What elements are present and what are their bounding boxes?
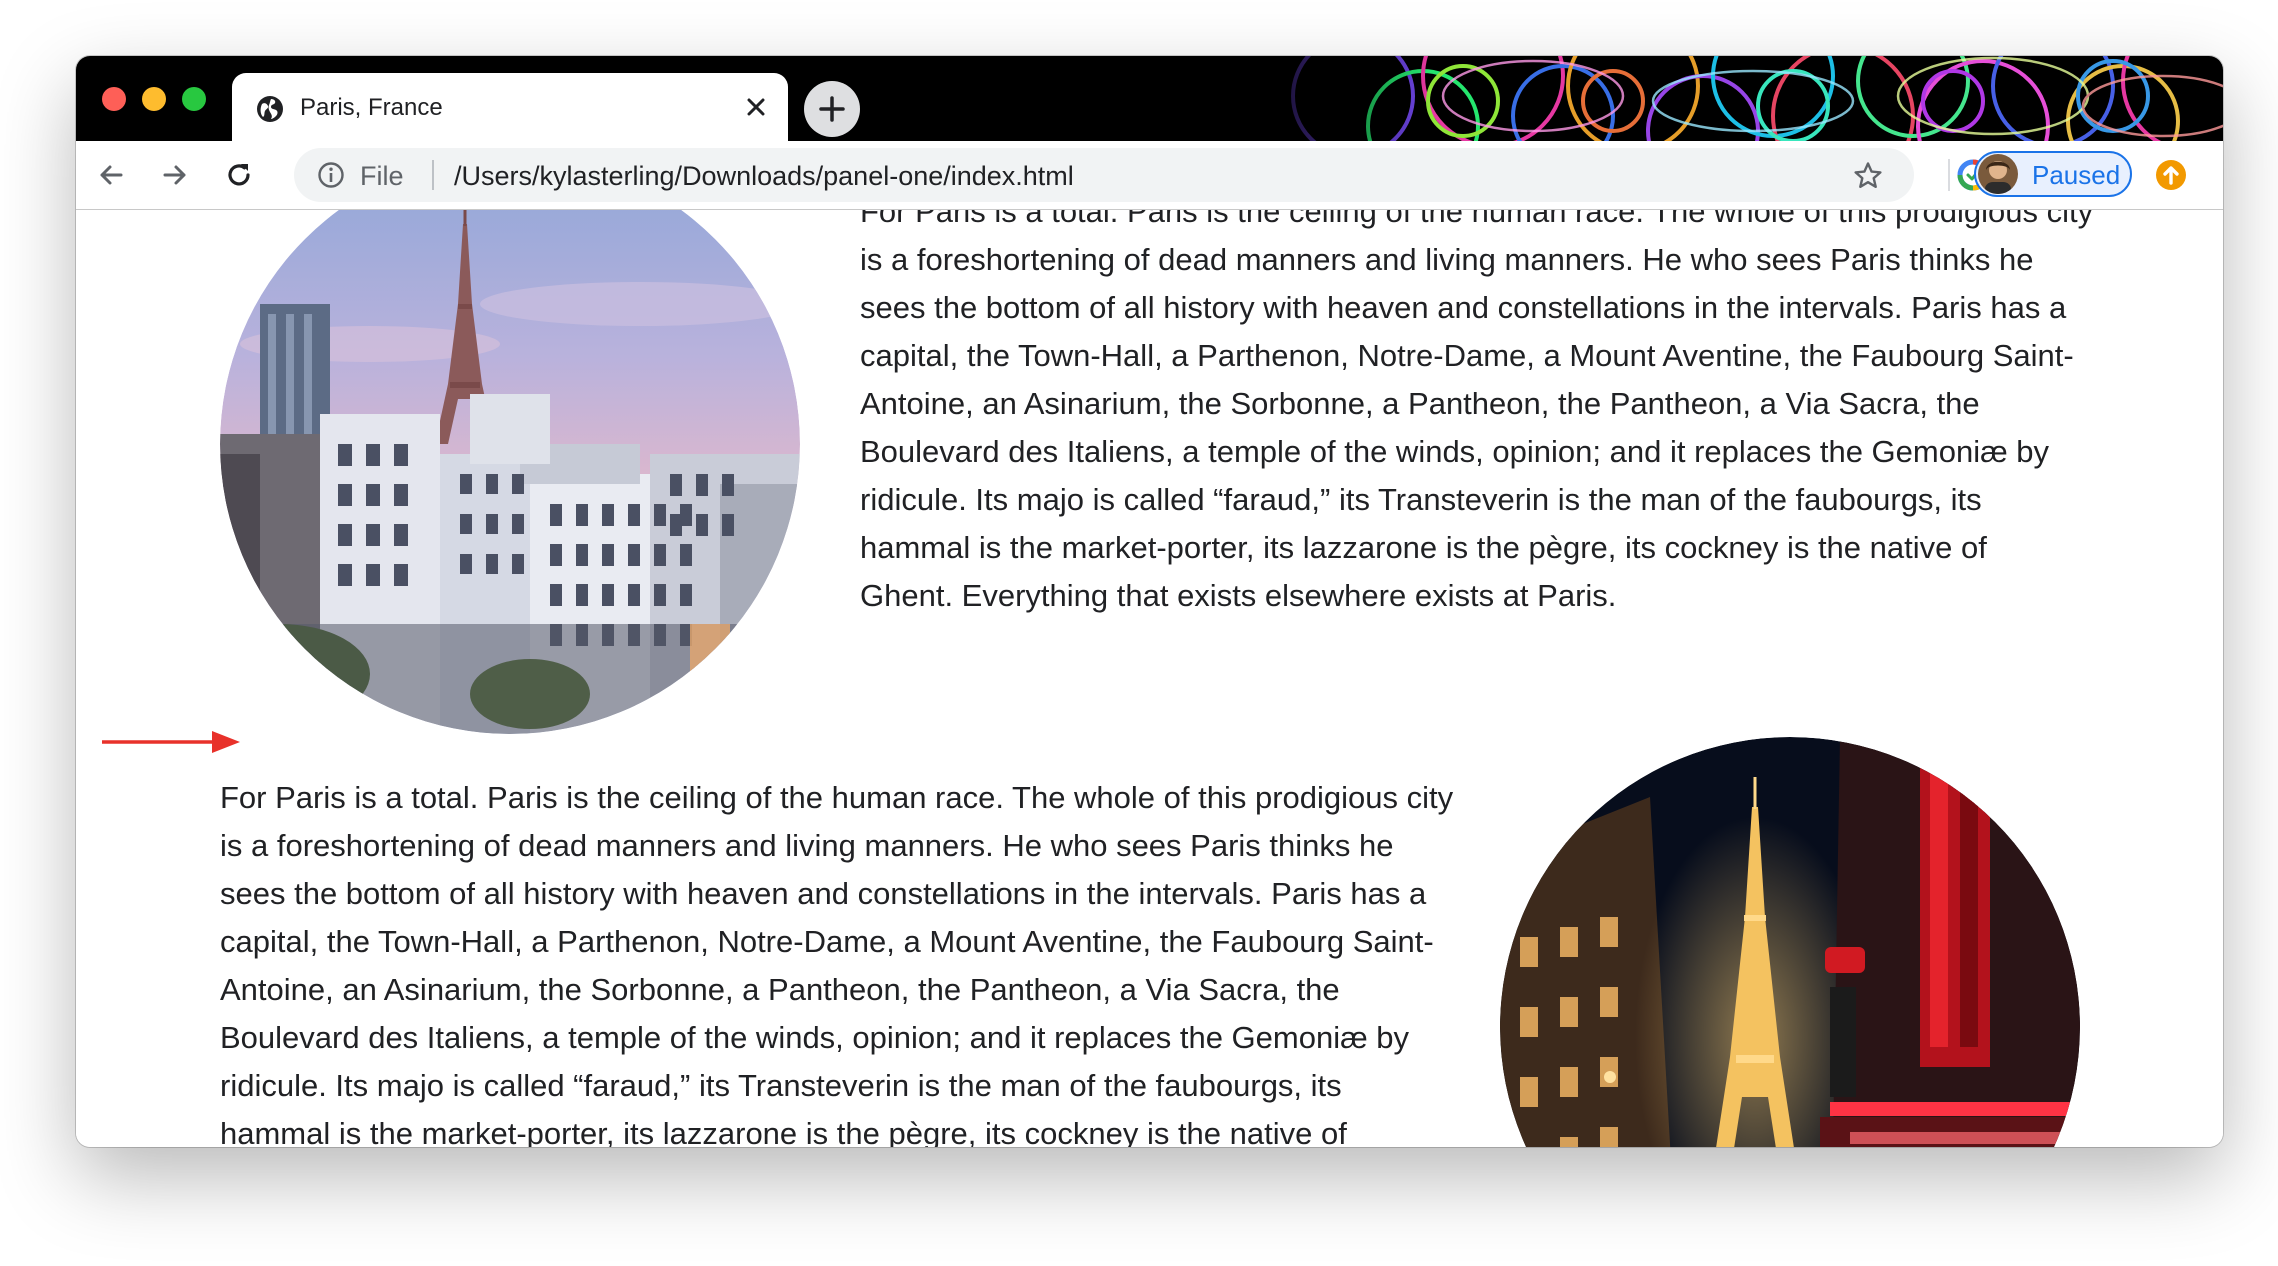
tab-title: Paris, France	[300, 94, 443, 121]
paris-daytime-eiffel-photo	[220, 210, 800, 734]
browser-toolbar: File /Users/kylasterling/Downloads/panel…	[76, 141, 2223, 210]
address-divider	[432, 160, 434, 190]
browser-window: Paris, France File /Users/kylasterling/D…	[76, 56, 2223, 1147]
page-content: For Paris is a total. Paris is the ceili…	[76, 210, 2223, 1147]
decorative-theme-swirl	[1233, 56, 2223, 141]
avatar	[1978, 154, 2018, 194]
globe-icon	[257, 96, 283, 122]
close-window-button[interactable]	[102, 87, 126, 111]
tab-paris-france[interactable]: Paris, France	[232, 73, 788, 141]
scheme-label: File	[360, 161, 404, 191]
close-tab-icon[interactable]	[742, 93, 770, 121]
annotation-arrow-icon	[102, 731, 240, 753]
profile-button[interactable]: Paused	[1974, 151, 2132, 197]
plus-icon	[819, 96, 845, 122]
address-bar[interactable]: File /Users/kylasterling/Downloads/panel…	[294, 148, 1914, 202]
new-tab-button[interactable]	[804, 81, 860, 137]
forward-arrow-icon[interactable]	[158, 158, 192, 192]
paris-night-eiffel-photo	[1500, 737, 2080, 1147]
paragraph-bottom: For Paris is a total. Paris is the ceili…	[220, 780, 1454, 1147]
bookmark-star-icon[interactable]	[1852, 160, 1884, 192]
fullscreen-window-button[interactable]	[182, 87, 206, 111]
minimize-window-button[interactable]	[142, 87, 166, 111]
profile-status-label: Paused	[2032, 160, 2121, 190]
toolbar-divider	[1948, 159, 1950, 191]
reload-icon[interactable]	[222, 158, 256, 192]
title-bar: Paris, France	[76, 56, 2223, 141]
update-available-icon[interactable]	[2154, 158, 2188, 192]
url-text[interactable]: /Users/kylasterling/Downloads/panel-one/…	[454, 161, 1074, 192]
info-icon[interactable]	[316, 160, 346, 190]
paragraph-top: For Paris is a total. Paris is the ceili…	[860, 210, 2094, 613]
back-arrow-icon[interactable]	[94, 158, 128, 192]
